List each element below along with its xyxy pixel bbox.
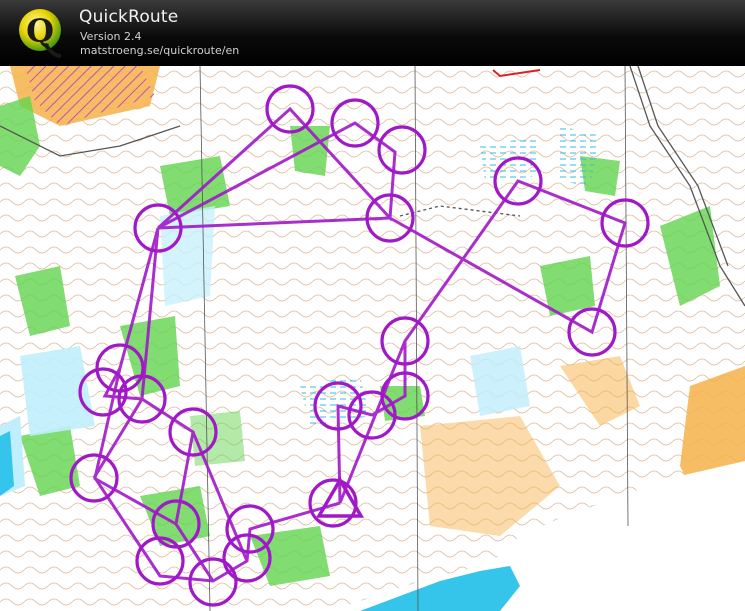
app-title: QuickRoute — [79, 7, 179, 27]
app-url[interactable]: matstroeng.se/quickroute/en — [80, 44, 239, 57]
map-canvas — [0, 66, 745, 611]
quickroute-logo-icon: Q — [19, 9, 62, 58]
app-header: Q QuickRoute Version 2.4 matstroeng.se/q… — [0, 0, 745, 66]
orienteering-map[interactable] — [0, 66, 745, 611]
svg-text:Q: Q — [26, 12, 54, 50]
app-version: Version 2.4 — [80, 30, 142, 43]
